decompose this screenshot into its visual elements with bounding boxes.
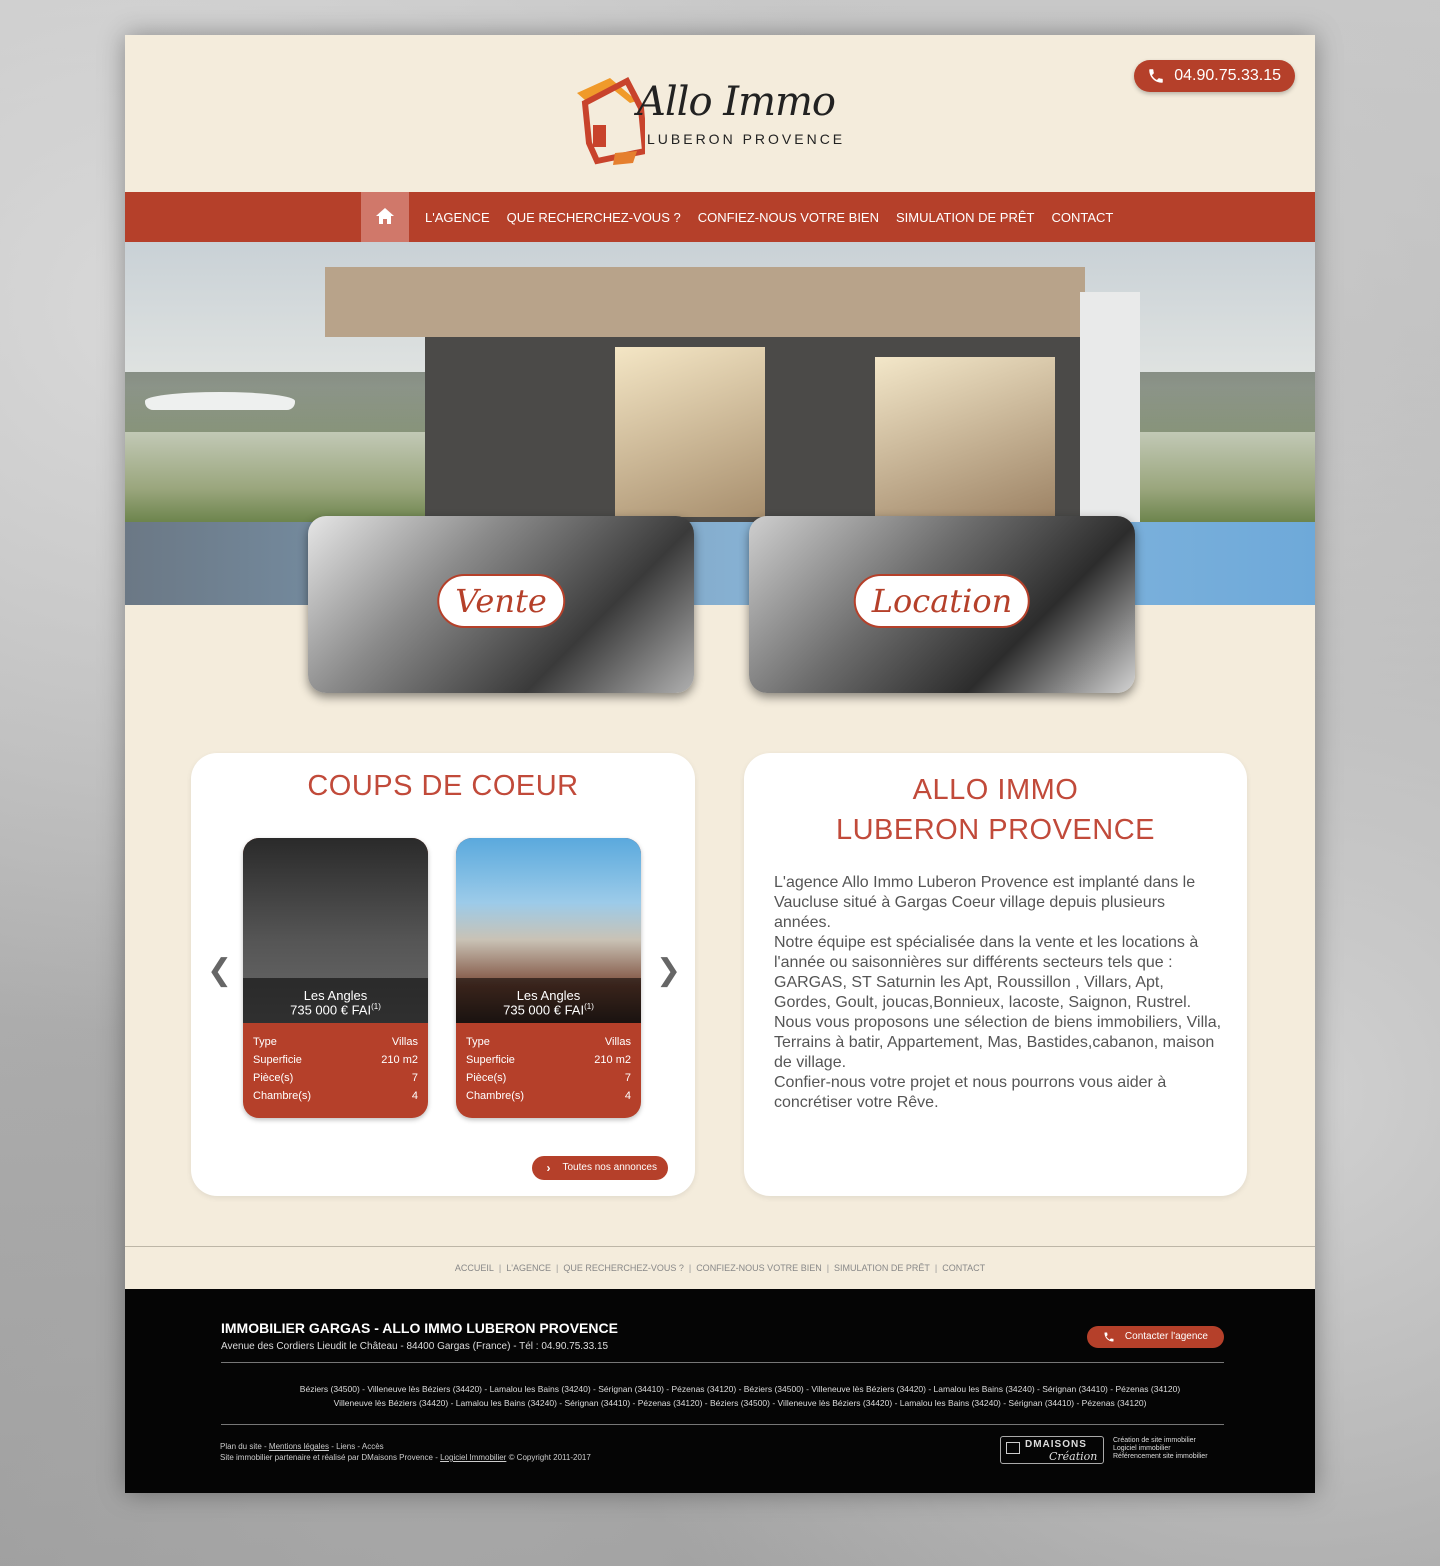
footer: IMMOBILIER GARGAS - ALLO IMMO LUBERON PR… [125, 1289, 1315, 1493]
house-logo-icon [577, 76, 645, 165]
home-icon [376, 208, 394, 224]
property-location: Les Angles [303, 988, 368, 1003]
mentions-link[interactable]: Mentions légales [269, 1442, 329, 1451]
footer-address: Avenue des Cordiers Lieudit le Château -… [221, 1341, 609, 1352]
property-location: Les Angles [516, 988, 581, 1003]
agency-description: L'agence Allo Immo Luberon Provence est … [774, 874, 1222, 1111]
nav-item-agence[interactable]: L'AGENCE [425, 210, 490, 225]
logiciel-link[interactable]: Logiciel Immobilier [440, 1453, 506, 1462]
liens-link[interactable]: Liens [336, 1442, 355, 1451]
nav-item-simulation[interactable]: SIMULATION DE PRÊT [896, 210, 1034, 225]
plan-link[interactable]: Plan du site [220, 1442, 262, 1451]
phone-button[interactable]: 04.90.75.33.15 [1134, 60, 1295, 92]
nav-item-confiez[interactable]: CONFIEZ-NOUS VOTRE BIEN [698, 210, 879, 225]
logo-title: Allo Immo [637, 79, 836, 125]
agency-panel: ALLO IMMO LUBERON PROVENCE L'agence Allo… [744, 753, 1247, 1196]
dmaisons-logo[interactable]: DMAISONS Création [1000, 1436, 1104, 1464]
coups-de-coeur-title: COUPS DE COEUR [307, 770, 579, 802]
property-price: 735 000 € FAI(1) [290, 1002, 381, 1018]
footer-links: ACCUEIL | L'AGENCE | QUE RECHERCHEZ-VOUS ? | C… [454, 1263, 986, 1273]
phone-number: 04.90.75.33.15 [1174, 67, 1281, 84]
page-container: Allo Immo LUBERON PROVENCE 04.90.75.33.1… [125, 35, 1315, 1493]
agency-title: ALLO IMMO LUBERON PROVENCE [835, 774, 1155, 846]
site-logo[interactable]: Allo Immo LUBERON PROVENCE [575, 73, 875, 168]
footer-title: IMMOBILIER GARGAS - ALLO IMMO LUBERON PR… [221, 1320, 618, 1336]
footer-link-confiez[interactable]: CONFIEZ-NOUS VOTRE BIEN [696, 1263, 822, 1273]
footer-cities: Béziers (34500) - Villeneuve lès Béziers… [299, 1384, 1181, 1408]
property-card[interactable]: Les Angles 735 000 € FAI(1) Type Villas S… [456, 838, 641, 1118]
footer-link-simulation[interactable]: SIMULATION DE PRÊT [834, 1263, 930, 1273]
footer-link-agence[interactable]: L'AGENCE [506, 1263, 551, 1273]
phone-icon [1104, 1332, 1114, 1342]
vente-card[interactable]: Vente [308, 516, 694, 693]
carousel-prev-button[interactable]: ❮ [207, 953, 232, 988]
hero-image [125, 242, 1315, 605]
phone-icon [1149, 69, 1163, 83]
property-price: 735 000 € FAI(1) [503, 1002, 594, 1018]
nav-home-button[interactable] [361, 192, 409, 242]
footer-link-accueil[interactable]: ACCUEIL [455, 1263, 494, 1273]
contact-agency-button[interactable]: Contacter l'agence [1086, 1326, 1224, 1348]
footer-link-contact[interactable]: CONTACT [942, 1263, 985, 1273]
location-card[interactable]: Location [749, 516, 1135, 693]
dmaisons-text: Création de site immobilier Logiciel imm… [1113, 1437, 1208, 1460]
footer-link-recherche[interactable]: QUE RECHERCHEZ-VOUS ? [563, 1263, 684, 1273]
coups-de-coeur-panel: COUPS DE COEUR ❮ ❯ Les Angles 735 000 € … [191, 753, 695, 1196]
vente-label: Vente [437, 574, 565, 628]
footer-legal: Plan du site - Mentions légales - Liens … [220, 1442, 591, 1462]
all-listings-button[interactable]: › Toutes nos annonces [532, 1156, 668, 1180]
main-nav: L'AGENCE QUE RECHERCHEZ-VOUS ? CONFIEZ-N… [125, 192, 1315, 242]
carousel-next-button[interactable]: ❯ [656, 953, 681, 988]
header: Allo Immo LUBERON PROVENCE 04.90.75.33.1… [125, 35, 1315, 192]
nav-item-contact[interactable]: CONTACT [1051, 210, 1113, 225]
nav-item-recherche[interactable]: QUE RECHERCHEZ-VOUS ? [507, 210, 681, 225]
property-card[interactable]: Les Angles 735 000 € FAI(1) Type Villas S… [243, 838, 428, 1118]
acces-link[interactable]: Accès [362, 1442, 384, 1451]
chevron-right-icon: › [546, 1161, 551, 1175]
logo-subtitle: LUBERON PROVENCE [647, 131, 846, 147]
location-label: Location [853, 574, 1031, 628]
